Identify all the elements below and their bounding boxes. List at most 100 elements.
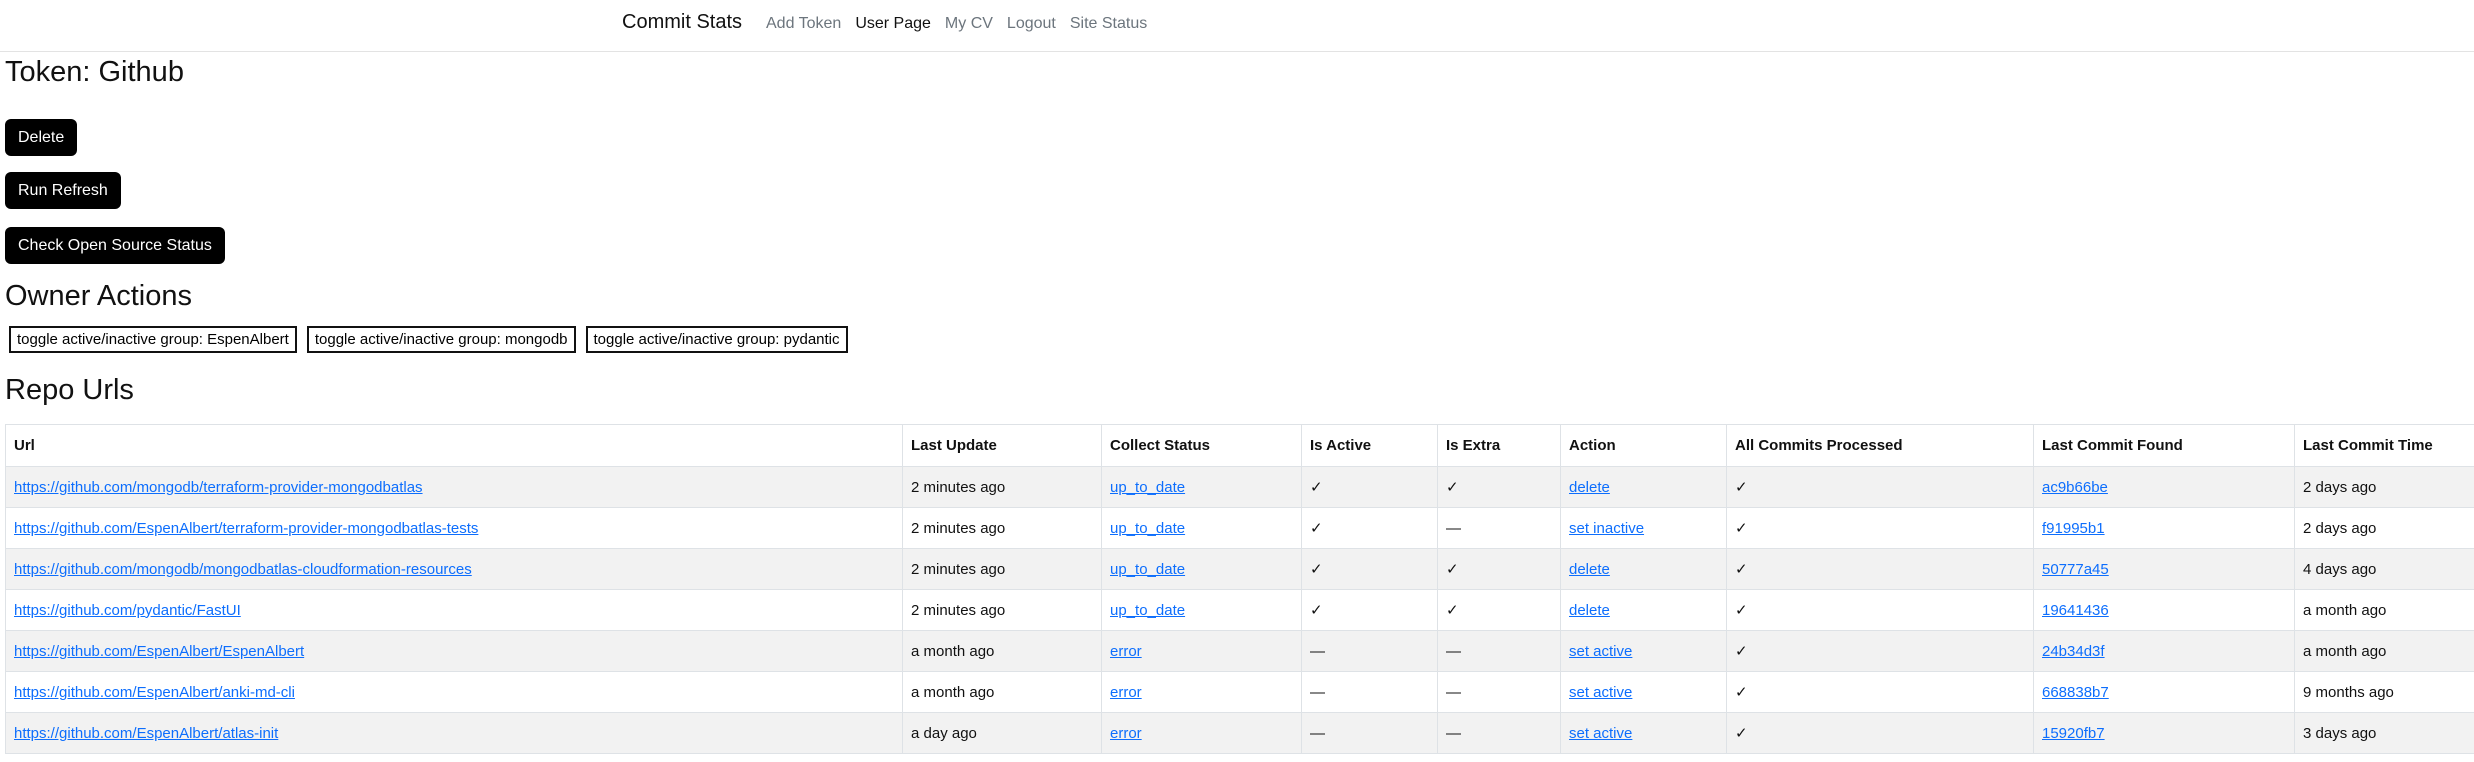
table-header-row: Url Last Update Collect Status Is Active… [5, 424, 2474, 467]
collect-status-link[interactable]: error [1110, 684, 1142, 701]
table-row: https://github.com/mongodb/terraform-pro… [5, 466, 2474, 508]
toggle-group-pydantic-button[interactable]: toggle active/inactive group: pydantic [585, 326, 848, 353]
all-commits-processed-cell: ✓ [1726, 466, 2034, 508]
navbar: Commit Stats Add Token User Page My CV L… [0, 0, 2474, 52]
check-open-source-button[interactable]: Check Open Source Status [5, 227, 225, 264]
is-active-cell: — [1301, 712, 1438, 754]
row-action-link[interactable]: set active [1569, 725, 1632, 742]
column-header: Last Commit Found [2033, 424, 2295, 467]
is-extra-cell: — [1437, 507, 1561, 549]
nav-my-cv[interactable]: My CV [945, 15, 993, 33]
last-commit-link[interactable]: 668838b7 [2042, 684, 2109, 701]
collect-status-link[interactable]: error [1110, 643, 1142, 660]
repo-urls-title: Repo Urls [5, 374, 134, 406]
repo-url-link[interactable]: https://github.com/EspenAlbert/anki-md-c… [14, 684, 295, 701]
page-title: Token: Github [5, 56, 184, 88]
all-commits-processed-cell: ✓ [1726, 671, 2034, 713]
all-commits-processed-cell: ✓ [1726, 712, 2034, 754]
nav-add-token[interactable]: Add Token [766, 15, 841, 33]
last-commit-time-cell: 3 days ago [2294, 712, 2474, 754]
table-row: https://github.com/EspenAlbert/terraform… [5, 507, 2474, 549]
repo-url-link[interactable]: https://github.com/mongodb/mongodbatlas-… [14, 561, 472, 578]
last-commit-link[interactable]: 19641436 [2042, 602, 2109, 619]
column-header: Last Update [902, 424, 1102, 467]
last-update-cell: 2 minutes ago [902, 548, 1102, 590]
column-header: All Commits Processed [1726, 424, 2034, 467]
is-active-cell: ✓ [1301, 548, 1438, 590]
nav-user-page[interactable]: User Page [855, 15, 931, 33]
repo-urls-table-wrapper: Url Last Update Collect Status Is Active… [5, 424, 2474, 754]
brand-link[interactable]: Commit Stats [622, 11, 742, 34]
nav-links: Add Token User Page My CV Logout Site St… [766, 15, 1161, 33]
is-extra-cell: ✓ [1437, 466, 1561, 508]
collect-status-link[interactable]: up_to_date [1110, 561, 1185, 578]
delete-token-button[interactable]: Delete [5, 119, 78, 156]
run-refresh-button[interactable]: Run Refresh [5, 172, 121, 209]
last-commit-link[interactable]: 15920fb7 [2042, 725, 2105, 742]
is-extra-cell: — [1437, 671, 1561, 713]
column-header: Is Active [1301, 424, 1438, 467]
all-commits-processed-cell: ✓ [1726, 548, 2034, 590]
column-header: Is Extra [1437, 424, 1561, 467]
is-active-cell: — [1301, 671, 1438, 713]
all-commits-processed-cell: ✓ [1726, 589, 2034, 631]
repo-url-link[interactable]: https://github.com/EspenAlbert/EspenAlbe… [14, 643, 304, 660]
is-active-cell: ✓ [1301, 507, 1438, 549]
repo-url-link[interactable]: https://github.com/EspenAlbert/terraform… [14, 520, 478, 537]
is-active-cell: ✓ [1301, 589, 1438, 631]
nav-site-status[interactable]: Site Status [1070, 15, 1147, 33]
table-row: https://github.com/pydantic/FastUI 2 min… [5, 589, 2474, 631]
table-row: https://github.com/EspenAlbert/EspenAlbe… [5, 630, 2474, 672]
toggle-group-espenalbert-button[interactable]: toggle active/inactive group: EspenAlber… [9, 326, 297, 353]
last-commit-time-cell: a month ago [2294, 589, 2474, 631]
table-row: https://github.com/EspenAlbert/anki-md-c… [5, 671, 2474, 713]
row-action-link[interactable]: delete [1569, 561, 1610, 578]
row-action-link[interactable]: set active [1569, 643, 1632, 660]
table-row: https://github.com/EspenAlbert/atlas-ini… [5, 712, 2474, 754]
collect-status-link[interactable]: error [1110, 725, 1142, 742]
row-action-link[interactable]: set inactive [1569, 520, 1644, 537]
column-header: Action [1560, 424, 1727, 467]
collect-status-link[interactable]: up_to_date [1110, 602, 1185, 619]
last-commit-time-cell: 9 months ago [2294, 671, 2474, 713]
is-active-cell: — [1301, 630, 1438, 672]
repo-url-link[interactable]: https://github.com/pydantic/FastUI [14, 602, 241, 619]
collect-status-link[interactable]: up_to_date [1110, 479, 1185, 496]
last-update-cell: 2 minutes ago [902, 466, 1102, 508]
last-commit-link[interactable]: 24b34d3f [2042, 643, 2105, 660]
last-update-cell: a day ago [902, 712, 1102, 754]
is-extra-cell: ✓ [1437, 589, 1561, 631]
is-extra-cell: — [1437, 712, 1561, 754]
last-commit-link[interactable]: f91995b1 [2042, 520, 2105, 537]
row-action-link[interactable]: delete [1569, 602, 1610, 619]
all-commits-processed-cell: ✓ [1726, 507, 2034, 549]
owner-actions-title: Owner Actions [5, 280, 192, 312]
last-commit-time-cell: a month ago [2294, 630, 2474, 672]
last-commit-link[interactable]: 50777a45 [2042, 561, 2109, 578]
owner-actions-group: toggle active/inactive group: EspenAlber… [9, 326, 848, 353]
all-commits-processed-cell: ✓ [1726, 630, 2034, 672]
last-update-cell: a month ago [902, 671, 1102, 713]
is-extra-cell: ✓ [1437, 548, 1561, 590]
repo-url-link[interactable]: https://github.com/EspenAlbert/atlas-ini… [14, 725, 278, 742]
toggle-group-mongodb-button[interactable]: toggle active/inactive group: mongodb [306, 326, 576, 353]
repo-url-link[interactable]: https://github.com/mongodb/terraform-pro… [14, 479, 423, 496]
repo-urls-table: Url Last Update Collect Status Is Active… [5, 424, 2474, 754]
column-header: Collect Status [1101, 424, 1302, 467]
last-update-cell: a month ago [902, 630, 1102, 672]
is-extra-cell: — [1437, 630, 1561, 672]
nav-logout[interactable]: Logout [1007, 15, 1056, 33]
last-commit-link[interactable]: ac9b66be [2042, 479, 2108, 496]
column-header: Url [5, 424, 903, 467]
row-action-link[interactable]: set active [1569, 684, 1632, 701]
column-header: Last Commit Time [2294, 424, 2474, 467]
last-update-cell: 2 minutes ago [902, 507, 1102, 549]
table-row: https://github.com/mongodb/mongodbatlas-… [5, 548, 2474, 590]
last-commit-time-cell: 4 days ago [2294, 548, 2474, 590]
is-active-cell: ✓ [1301, 466, 1438, 508]
last-commit-time-cell: 2 days ago [2294, 507, 2474, 549]
row-action-link[interactable]: delete [1569, 479, 1610, 496]
last-commit-time-cell: 2 days ago [2294, 466, 2474, 508]
last-update-cell: 2 minutes ago [902, 589, 1102, 631]
collect-status-link[interactable]: up_to_date [1110, 520, 1185, 537]
